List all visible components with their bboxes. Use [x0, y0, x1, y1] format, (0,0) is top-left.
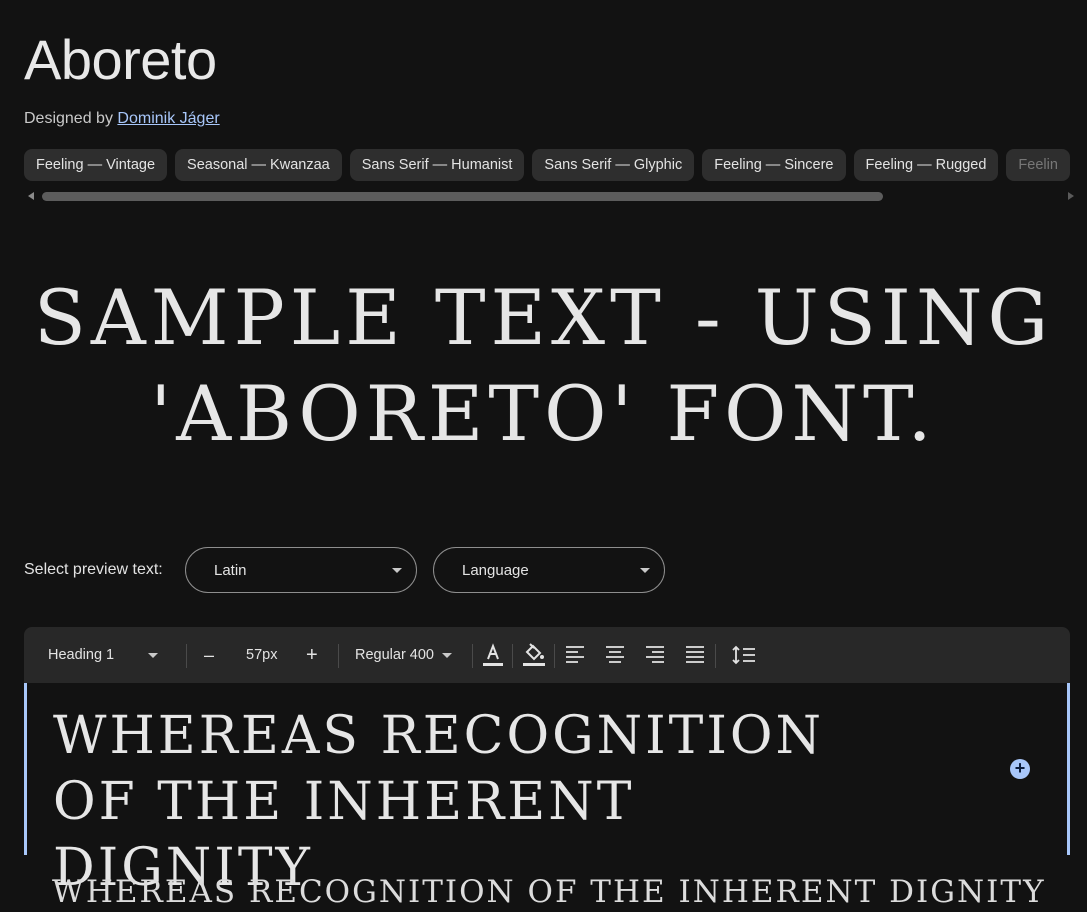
script-select[interactable]: Latin: [185, 547, 417, 593]
chevron-down-icon: [392, 568, 402, 573]
align-center-icon[interactable]: [605, 645, 625, 665]
sample-text: SAMPLE TEXT - USING 'ABORETO' FONT.: [0, 270, 1087, 462]
chevron-down-icon: [442, 652, 452, 658]
scroll-right-arrow-icon[interactable]: [1068, 192, 1074, 200]
text-style-dropdown[interactable]: Heading 1: [48, 627, 159, 683]
tag-chip[interactable]: Feeling — Vintage: [24, 149, 168, 181]
editor-toolbar: Heading 1 – 57px + Regular 400: [24, 627, 1070, 683]
tag-chip[interactable]: Seasonal — Kwanzaa: [175, 149, 342, 181]
preview-text-label: Select preview text:: [24, 561, 163, 578]
toolbar-divider: [554, 644, 555, 668]
fill-color-icon[interactable]: [522, 641, 546, 669]
scroll-left-arrow-icon[interactable]: [28, 192, 34, 200]
font-weight-value: Regular 400: [355, 647, 434, 663]
tag-chip[interactable]: Feeling — Rugged: [853, 149, 999, 181]
toolbar-divider: [186, 644, 187, 668]
toolbar-divider: [338, 644, 339, 668]
line-height-icon[interactable]: [732, 644, 756, 666]
toolbar-divider: [472, 644, 473, 668]
tag-chip[interactable]: Sans Serif — Humanist: [349, 149, 525, 181]
sample-line-2: 'ABORETO' FONT.: [150, 369, 937, 458]
language-select[interactable]: Language: [433, 547, 665, 593]
tag-chip[interactable]: Feeling — Sincere: [702, 149, 846, 181]
align-justify-icon[interactable]: [685, 645, 705, 665]
designer-link[interactable]: Dominik Jáger: [117, 110, 219, 127]
increase-size-button[interactable]: +: [306, 627, 318, 683]
language-select-value: Language: [462, 562, 529, 579]
add-block-button[interactable]: +: [1010, 759, 1030, 779]
font-title: Aboreto: [24, 28, 217, 91]
tag-chip[interactable]: Feelin: [1006, 149, 1070, 181]
toolbar-divider: [715, 644, 716, 668]
text-style-value: Heading 1: [48, 647, 115, 663]
tag-list: Feeling — Vintage Seasonal — Kwanzaa Sans …: [24, 149, 1087, 181]
preview-editor[interactable]: WHEREAS RECOGNITION OF THE INHERENT DIGN…: [24, 683, 1070, 898]
align-left-icon[interactable]: [565, 645, 585, 665]
text-color-icon[interactable]: [482, 643, 504, 669]
tag-scrollbar[interactable]: [24, 190, 1074, 202]
decrease-size-button[interactable]: –: [204, 627, 214, 683]
font-weight-dropdown[interactable]: Regular 400: [355, 627, 452, 683]
sample-line-1: SAMPLE TEXT - USING: [33, 273, 1054, 362]
font-size-value[interactable]: 57px: [246, 627, 277, 683]
chevron-down-icon: [148, 652, 159, 658]
editor-next-line[interactable]: WHEREAS RECOGNITION OF THE INHERENT DIGN…: [52, 872, 1046, 912]
toolbar-divider: [512, 644, 513, 668]
align-right-icon[interactable]: [645, 645, 665, 665]
scroll-thumb[interactable]: [42, 192, 883, 201]
designed-by-label: Designed by: [24, 110, 113, 127]
script-select-value: Latin: [214, 562, 247, 579]
designer-line: Designed by Dominik Jáger: [24, 110, 220, 128]
tag-chip[interactable]: Sans Serif — Glyphic: [532, 149, 695, 181]
chevron-down-icon: [640, 568, 650, 573]
